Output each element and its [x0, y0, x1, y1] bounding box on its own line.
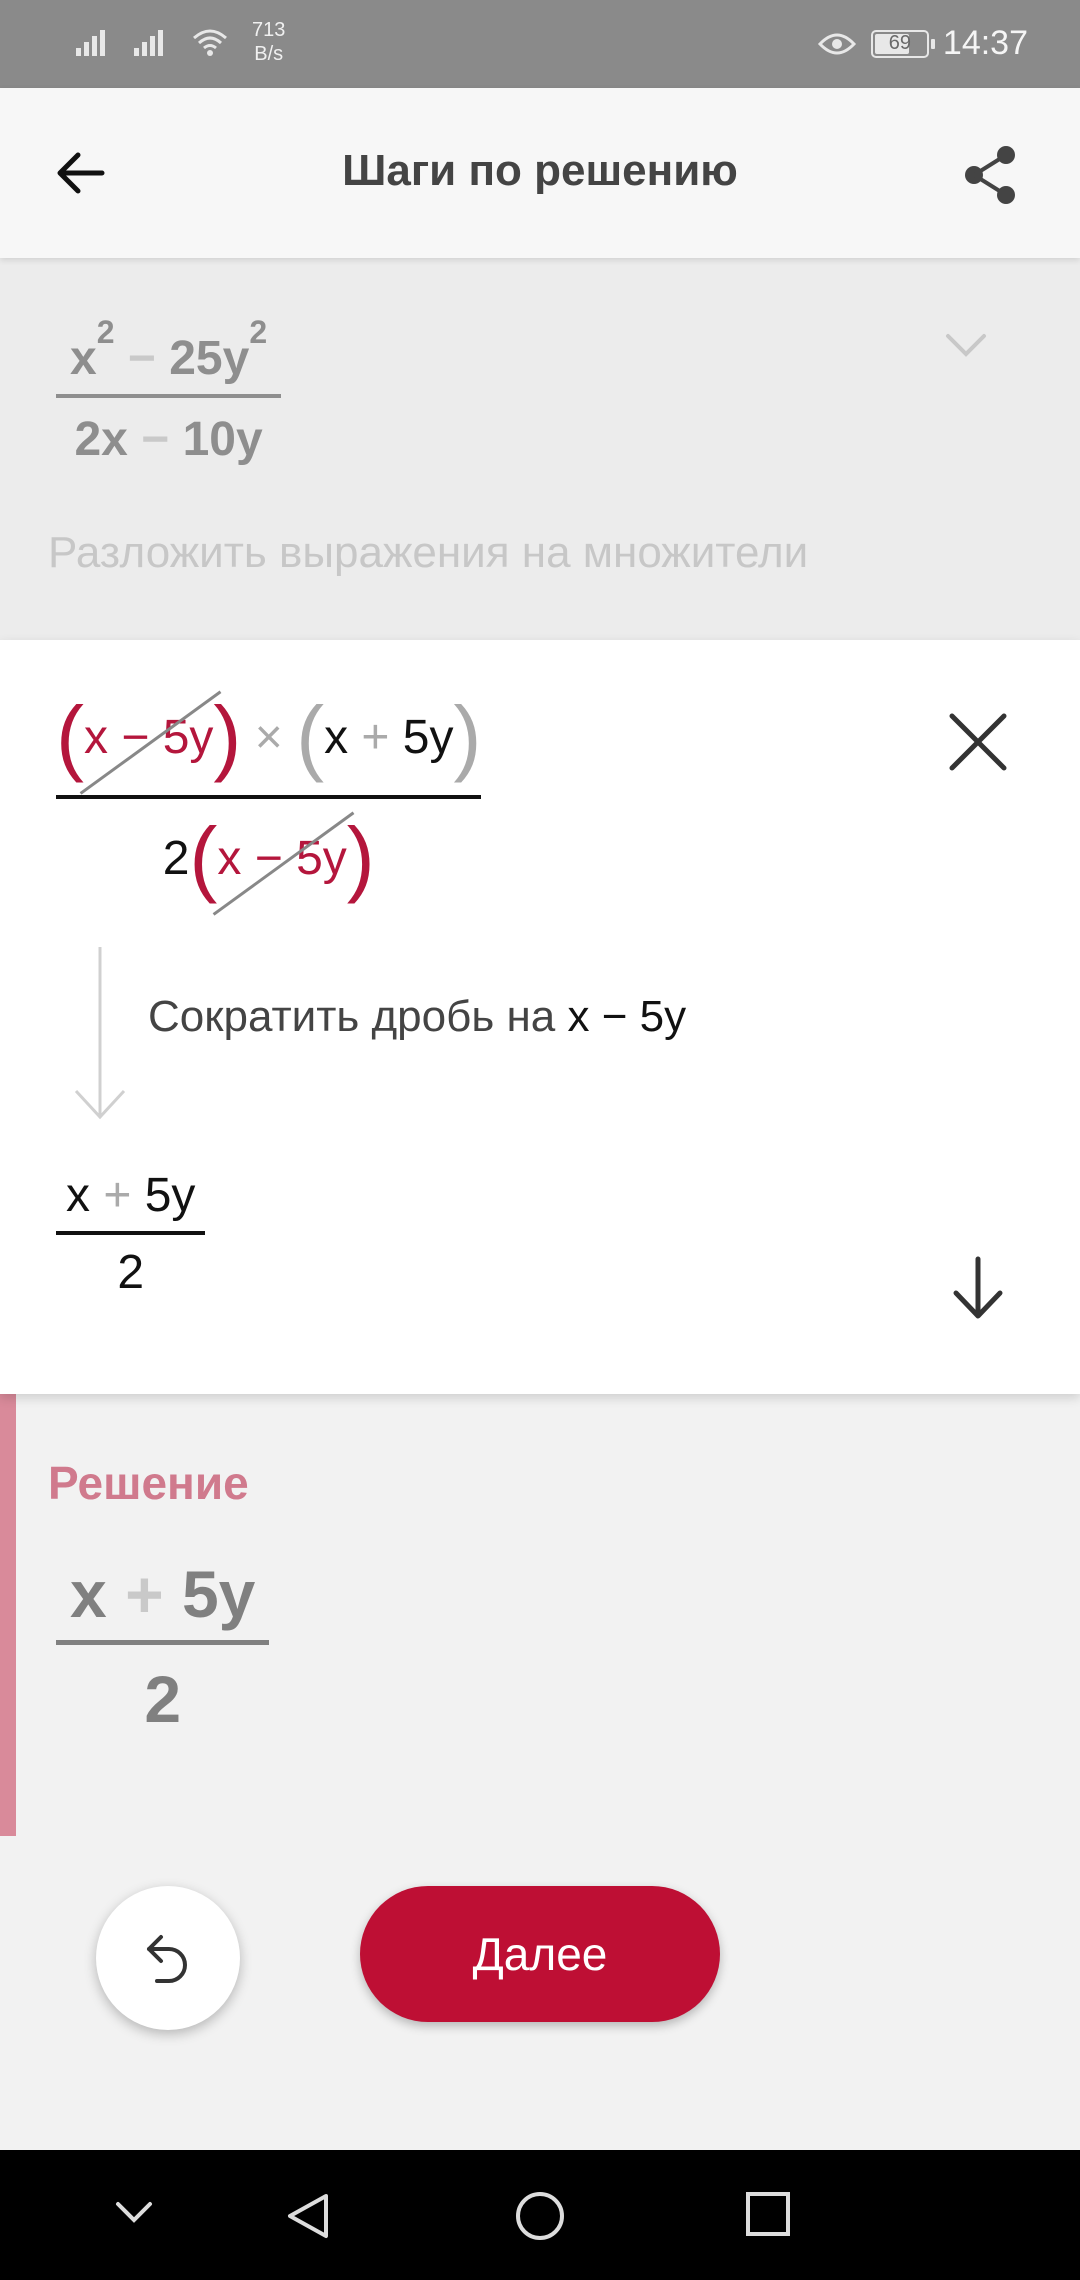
- factored-fraction: (x − 5y) × (x + 5y) 2(x − 5y): [56, 689, 482, 916]
- network-speed: 713 B/s: [252, 18, 285, 66]
- solution-section: Решение x + 5y 2: [0, 1394, 1080, 1836]
- battery-level: 69: [888, 32, 912, 54]
- solution-title: Решение: [48, 1457, 249, 1509]
- original-num-exp2: 2: [249, 314, 268, 350]
- times-sign: ×: [254, 711, 283, 765]
- cancelled-factor: (x − 5y): [56, 689, 242, 795]
- eye-icon: [817, 33, 856, 54]
- page-title: Шаги по решению: [342, 146, 738, 195]
- solution-numerator: x + 5y: [56, 1556, 269, 1632]
- chevron-down-icon[interactable]: [112, 2190, 156, 2234]
- original-den-minus: −: [141, 413, 170, 466]
- factored-denominator: 2(x − 5y): [56, 810, 481, 916]
- step-arrow-icon: [74, 947, 126, 1120]
- result-num-y: 5y: [144, 1169, 196, 1222]
- step-action-text: Сократить дробь на x − 5y: [148, 992, 686, 1042]
- paren-open: (: [296, 689, 325, 783]
- original-num-exp1: 2: [96, 314, 115, 350]
- result-numerator: x + 5y: [56, 1168, 205, 1223]
- undo-icon: [147, 1935, 187, 1983]
- denominator-coefficient: 2: [162, 832, 190, 886]
- step-action-label: Сократить дробь на: [148, 992, 568, 1041]
- signal-icon: [76, 30, 105, 56]
- battery-indicator: 69: [870, 29, 935, 58]
- original-den-b: 10y: [182, 413, 263, 466]
- factor-two-x: x: [324, 711, 349, 765]
- wifi-icon: [193, 29, 227, 56]
- original-num-term: 25y: [169, 332, 250, 385]
- solution-num-plus: +: [125, 1557, 164, 1631]
- denominator-factor: x − 5y: [217, 832, 347, 886]
- paren-close: ): [346, 810, 375, 904]
- signal-icon: [134, 30, 163, 56]
- solution-denominator: 2: [144, 1662, 182, 1736]
- status-bar: 713 B/s 69 14:37: [0, 0, 1080, 88]
- nav-home-icon[interactable]: [514, 2190, 566, 2242]
- solution-fraction: x + 5y 2: [56, 1556, 270, 1737]
- step-action-term: x − 5y: [567, 992, 687, 1041]
- factor-two-plus: +: [361, 711, 390, 765]
- solution-num-x: x: [70, 1557, 107, 1631]
- factor-two-y: 5y: [402, 711, 454, 765]
- original-step[interactable]: x2 − 25y2 2x − 10y Разложить выражения н…: [0, 258, 1080, 640]
- factored-numerator: (x − 5y) × (x + 5y): [56, 689, 482, 795]
- original-fraction: x2 − 25y2 2x − 10y: [56, 314, 282, 467]
- paren-close: ): [213, 689, 242, 783]
- status-right: 69 14:37: [817, 24, 1028, 63]
- system-nav-bar: [0, 2150, 1080, 2280]
- paren-open: (: [56, 689, 84, 783]
- close-icon[interactable]: [946, 710, 1010, 774]
- network-speed-unit: B/s: [254, 43, 284, 65]
- fraction-bar: [56, 1231, 206, 1235]
- arrow-down-icon[interactable]: [948, 1255, 1008, 1321]
- next-button[interactable]: Далее: [360, 1886, 720, 2022]
- undo-button[interactable]: [96, 1886, 240, 2030]
- result-num-plus: +: [103, 1169, 132, 1222]
- chevron-down-icon[interactable]: [944, 330, 988, 360]
- nav-back-icon[interactable]: [282, 2190, 334, 2242]
- app-bar: Шаги по решению: [0, 88, 1080, 258]
- paren-close: ): [453, 689, 482, 783]
- original-den-a: 2x: [74, 413, 128, 466]
- original-num-minus: −: [127, 332, 156, 385]
- result-denominator: 2: [117, 1246, 145, 1299]
- share-icon[interactable]: [960, 143, 1020, 207]
- step-label: Разложить выражения на множители: [48, 528, 809, 577]
- fraction-bar: [56, 1640, 270, 1645]
- paren-open: (: [189, 810, 218, 904]
- status-left: 713 B/s: [74, 18, 285, 66]
- result-num-x: x: [66, 1169, 90, 1222]
- fraction-bar: [56, 795, 482, 799]
- original-num-x: x: [70, 332, 97, 385]
- original-numerator: x2 − 25y2: [56, 314, 281, 386]
- original-denominator: 2x − 10y: [56, 412, 281, 467]
- clock: 14:37: [942, 24, 1028, 62]
- factor-one: x − 5y: [83, 711, 214, 765]
- network-speed-value: 713: [252, 19, 286, 41]
- fraction-bar: [56, 394, 282, 398]
- active-step-card: (x − 5y) × (x + 5y) 2(x − 5y) Сократить …: [0, 640, 1080, 1394]
- solution-accent-bar: [0, 1394, 16, 1836]
- nav-recents-icon[interactable]: [744, 2190, 792, 2238]
- solution-num-y: 5y: [181, 1557, 256, 1631]
- cancelled-factor: (x − 5y): [189, 810, 375, 916]
- result-fraction: x + 5y 2: [56, 1168, 206, 1300]
